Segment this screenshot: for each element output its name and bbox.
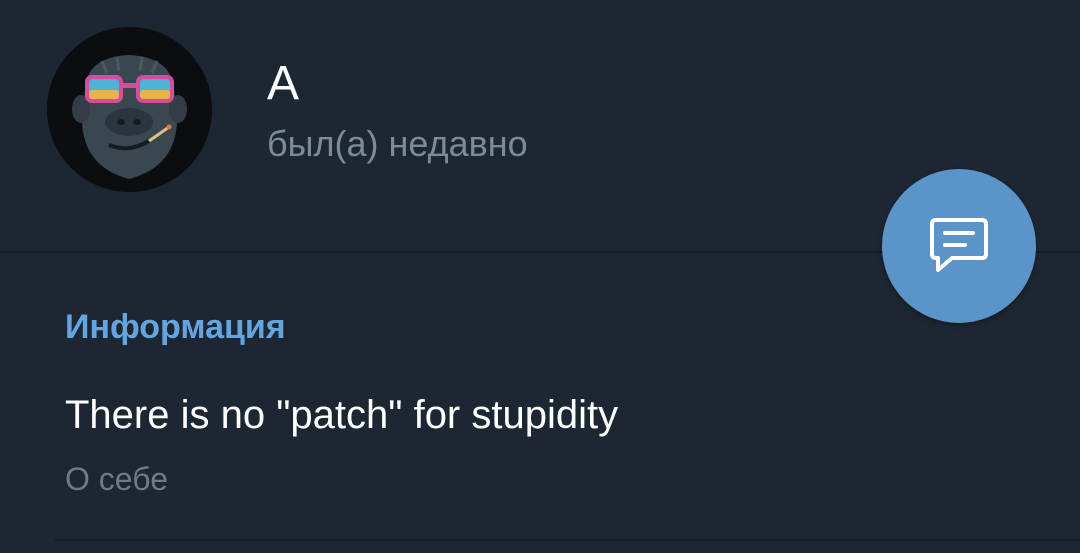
row-divider bbox=[55, 539, 1080, 541]
message-icon bbox=[930, 218, 988, 272]
send-message-button[interactable] bbox=[882, 169, 1036, 323]
profile-status: был(а) недавно bbox=[267, 123, 528, 164]
avatar[interactable] bbox=[47, 27, 212, 192]
bio-text[interactable]: There is no "patch" for stupidity bbox=[65, 390, 618, 440]
bio-caption: О себе bbox=[65, 461, 168, 497]
profile-name: А bbox=[267, 57, 300, 110]
section-title: Информация bbox=[65, 308, 286, 346]
gorilla-avatar-icon bbox=[47, 27, 212, 192]
